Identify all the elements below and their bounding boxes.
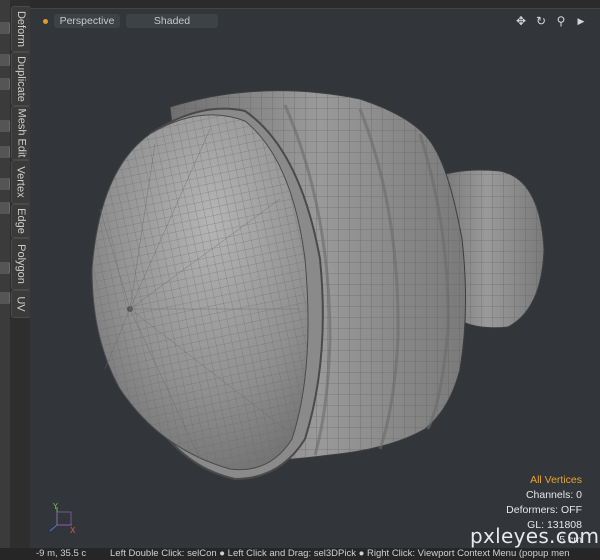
tool-button[interactable]	[0, 78, 10, 90]
tab-edge[interactable]: Edge	[11, 204, 31, 238]
tool-button[interactable]	[0, 178, 10, 190]
tab-vertex[interactable]: Vertex	[11, 160, 31, 204]
tool-button[interactable]	[0, 120, 10, 132]
tool-button[interactable]	[0, 292, 10, 304]
svg-text:Y: Y	[52, 502, 58, 511]
tool-button[interactable]	[0, 54, 10, 66]
axis-gizmo: Y X	[49, 502, 76, 535]
tab-uv[interactable]: UV	[11, 290, 31, 318]
left-tool-panel	[0, 0, 10, 548]
svg-text:X: X	[70, 526, 76, 535]
tool-button[interactable]	[0, 202, 10, 214]
tool-button[interactable]	[0, 146, 10, 158]
tab-mesh-edit[interactable]: Mesh Edit	[11, 106, 31, 160]
channels-count: Channels: 0	[525, 489, 582, 501]
selection-mode-label: All Vertices	[530, 474, 582, 486]
status-bar: -9 m, 35.5 c Left Double Click: selCon ●…	[0, 548, 600, 560]
tool-button[interactable]	[0, 22, 10, 34]
watermark: pxleyes.com	[470, 524, 600, 548]
tab-polygon[interactable]: Polygon	[11, 238, 31, 290]
vertical-tab-bar: Deform Duplicate Mesh Edit Vertex Edge P…	[10, 0, 31, 548]
tab-deform[interactable]: Deform	[11, 6, 31, 52]
tool-button[interactable]	[0, 262, 10, 274]
3d-viewport[interactable]: Perspective Shaded ✥ ↻ ⚲ ▶ Y X All Verti…	[30, 8, 600, 549]
deformers-status: Deformers: OFF	[506, 504, 582, 516]
cursor-coordinates: -9 m, 35.5 c	[36, 548, 87, 559]
tab-duplicate[interactable]: Duplicate	[11, 52, 31, 106]
dome	[91, 114, 309, 471]
mouse-help-text: Left Double Click: selCon ● Left Click a…	[110, 548, 570, 559]
mesh-render: Y X	[49, 90, 545, 535]
